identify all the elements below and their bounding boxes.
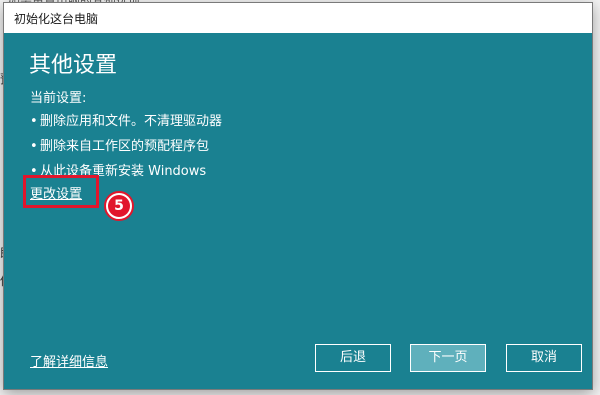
- reset-pc-dialog: 初始化这台电脑 其他设置 当前设置: • 删除应用和文件。不清理驱动器 • 删除来自…: [3, 2, 593, 390]
- settings-list: • 删除应用和文件。不清理驱动器 • 删除来自工作区的预配程序包 • 从此设备重新安装…: [30, 109, 222, 184]
- current-settings-label: 当前设置:: [30, 91, 87, 106]
- page-heading: 其他设置: [29, 53, 118, 78]
- learn-more-link[interactable]: 了解详细信息: [30, 351, 108, 370]
- dialog-titlebar: 初始化这台电脑: [4, 3, 592, 33]
- back-button[interactable]: 后退: [315, 344, 391, 372]
- bullet-icon: •: [30, 114, 38, 129]
- step-number-badge: 5: [104, 191, 134, 221]
- cancel-button[interactable]: 取消: [506, 344, 582, 372]
- annotation-highlight-box: [23, 175, 99, 208]
- list-item: • 删除来自工作区的预配程序包: [30, 134, 222, 159]
- next-button[interactable]: 下一页: [410, 344, 486, 372]
- list-item: • 删除应用和文件。不清理驱动器: [30, 109, 222, 134]
- bullet-icon: •: [30, 139, 38, 154]
- list-item-text: 删除来自工作区的预配程序包: [40, 139, 210, 154]
- step-number: 5: [108, 195, 130, 217]
- dialog-content: 其他设置 当前设置: • 删除应用和文件。不清理驱动器 • 删除来自工作区的预配程序…: [4, 33, 592, 389]
- dialog-title: 初始化这台电脑: [14, 12, 99, 26]
- list-item-text: 删除应用和文件。不清理驱动器: [40, 114, 223, 129]
